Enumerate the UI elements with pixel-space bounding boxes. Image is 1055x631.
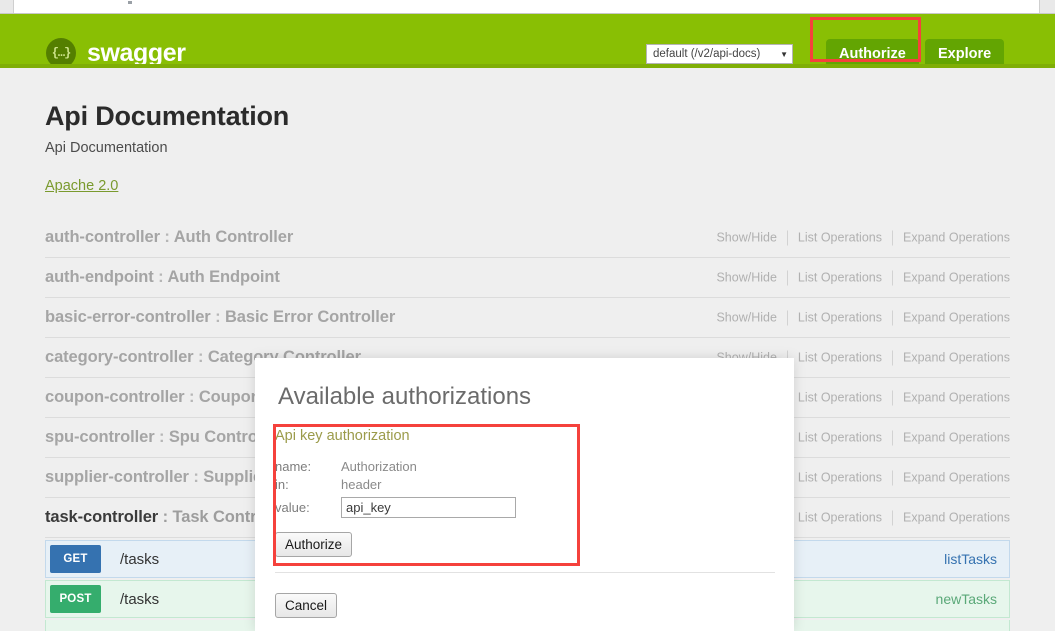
list-operations-link[interactable]: List Operations bbox=[798, 311, 882, 325]
resource-name-task-controller[interactable]: task-controller : Task Controller bbox=[45, 508, 291, 527]
resource-separator: : bbox=[193, 348, 208, 366]
resource-id: auth-controller bbox=[45, 228, 160, 246]
resource-row[interactable]: auth-controller : Auth Controller Show/Hi… bbox=[45, 218, 1010, 258]
link-divider bbox=[786, 310, 788, 325]
endpoint-nickname: listTasks bbox=[944, 551, 997, 567]
auth-in-value: header bbox=[341, 477, 382, 492]
resource-operation-links: Show/Hide List Operations Expand Operation… bbox=[716, 310, 1010, 325]
resource-separator: : bbox=[184, 388, 199, 406]
link-divider bbox=[891, 470, 893, 485]
link-divider bbox=[786, 270, 788, 285]
resource-description: Auth Endpoint bbox=[167, 268, 280, 286]
resource-name-auth-endpoint[interactable]: auth-endpoint : Auth Endpoint bbox=[45, 268, 280, 287]
resource-separator: : bbox=[158, 508, 173, 526]
list-operations-link[interactable]: List Operations bbox=[798, 231, 882, 245]
link-divider bbox=[891, 350, 893, 365]
page-subtitle: Api Documentation bbox=[45, 140, 168, 156]
expand-operations-link[interactable]: Expand Operations bbox=[903, 391, 1010, 405]
auth-in-row: in: header bbox=[275, 476, 795, 494]
modal-title: Available authorizations bbox=[278, 383, 532, 410]
show-hide-link[interactable]: Show/Hide bbox=[716, 231, 776, 245]
expand-operations-link[interactable]: Expand Operations bbox=[903, 511, 1010, 525]
resource-name-basic-error-controller[interactable]: basic-error-controller : Basic Error Con… bbox=[45, 308, 395, 327]
list-operations-link[interactable]: List Operations bbox=[798, 351, 882, 365]
resource-id: spu-controller bbox=[45, 428, 155, 446]
chevron-down-icon: ▼ bbox=[780, 49, 788, 59]
resource-name-auth-controller[interactable]: auth-controller : Auth Controller bbox=[45, 228, 293, 247]
http-method-badge: GET bbox=[50, 545, 101, 573]
expand-operations-link[interactable]: Expand Operations bbox=[903, 231, 1010, 245]
auth-in-label: in: bbox=[275, 477, 289, 492]
auth-name-value: Authorization bbox=[341, 459, 417, 474]
resource-id: basic-error-controller bbox=[45, 308, 211, 326]
available-authorizations-modal: Available authorizations Api key authori… bbox=[255, 358, 794, 631]
resource-row[interactable]: basic-error-controller : Basic Error Con… bbox=[45, 298, 1010, 338]
expand-operations-link[interactable]: Expand Operations bbox=[903, 431, 1010, 445]
link-divider bbox=[786, 230, 788, 245]
list-operations-link[interactable]: List Operations bbox=[798, 511, 882, 525]
endpoint-nickname: newTasks bbox=[935, 591, 997, 607]
resource-separator: : bbox=[153, 268, 168, 286]
resource-separator: : bbox=[159, 228, 174, 246]
top-header-bar: {…} swagger default (/v2/api-docs) ▼ Aut… bbox=[0, 14, 1055, 68]
browser-chrome-strip bbox=[0, 0, 1055, 14]
modal-divider bbox=[275, 572, 775, 573]
expand-operations-link[interactable]: Expand Operations bbox=[903, 471, 1010, 485]
link-divider bbox=[891, 430, 893, 445]
resource-description: Auth Controller bbox=[173, 228, 294, 246]
resource-id: task-controller bbox=[45, 508, 159, 526]
resource-operation-links: Show/Hide List Operations Expand Operation… bbox=[716, 270, 1010, 285]
http-method-badge: POST bbox=[50, 585, 101, 613]
chrome-right-edge bbox=[1039, 0, 1055, 13]
api-spec-select[interactable]: default (/v2/api-docs) ▼ bbox=[646, 44, 793, 64]
endpoint-path[interactable]: /tasks bbox=[120, 551, 159, 568]
link-divider bbox=[891, 310, 893, 325]
chrome-tick-mark bbox=[128, 1, 132, 4]
swagger-ui-page: {…} swagger default (/v2/api-docs) ▼ Aut… bbox=[0, 0, 1055, 631]
resource-id: coupon-controller bbox=[45, 388, 185, 406]
expand-operations-link[interactable]: Expand Operations bbox=[903, 311, 1010, 325]
list-operations-link[interactable]: List Operations bbox=[798, 271, 882, 285]
auth-value-label: value: bbox=[275, 499, 310, 515]
expand-operations-link[interactable]: Expand Operations bbox=[903, 351, 1010, 365]
api-key-input[interactable] bbox=[341, 497, 516, 518]
resource-id: auth-endpoint bbox=[45, 268, 154, 286]
auth-scheme-heading: Api key authorization bbox=[275, 428, 410, 444]
auth-name-label: name: bbox=[275, 459, 312, 474]
resource-name-spu-controller[interactable]: spu-controller : Spu Controller bbox=[45, 428, 282, 447]
list-operations-link[interactable]: List Operations bbox=[798, 431, 882, 445]
resource-id: supplier-controller bbox=[45, 468, 189, 486]
auth-name-row: name: Authorization bbox=[275, 458, 795, 476]
show-hide-link[interactable]: Show/Hide bbox=[716, 311, 776, 325]
api-spec-select-value: default (/v2/api-docs) bbox=[653, 48, 761, 60]
resource-operation-links: Show/Hide List Operations Expand Operation… bbox=[716, 230, 1010, 245]
license-link[interactable]: Apache 2.0 bbox=[45, 178, 118, 194]
page-title: Api Documentation bbox=[45, 101, 290, 131]
auth-value-row: value: bbox=[275, 497, 795, 518]
api-key-auth-block: Api key authorization name: Authorizatio… bbox=[275, 428, 795, 518]
link-divider bbox=[891, 510, 893, 525]
endpoint-path[interactable]: /tasks bbox=[120, 591, 159, 608]
show-hide-link[interactable]: Show/Hide bbox=[716, 271, 776, 285]
link-divider bbox=[891, 390, 893, 405]
chrome-left-edge bbox=[0, 0, 14, 13]
modal-authorize-button[interactable]: Authorize bbox=[275, 532, 353, 557]
resource-separator: : bbox=[210, 308, 225, 326]
resource-id: category-controller bbox=[45, 348, 194, 366]
link-divider bbox=[891, 230, 893, 245]
expand-operations-link[interactable]: Expand Operations bbox=[903, 271, 1010, 285]
resource-description: Basic Error Controller bbox=[224, 308, 396, 326]
list-operations-link[interactable]: List Operations bbox=[798, 391, 882, 405]
resource-separator: : bbox=[188, 468, 204, 486]
auth-scheme-details: name: Authorization in: header value: bbox=[275, 458, 795, 518]
link-divider bbox=[891, 270, 893, 285]
resource-separator: : bbox=[154, 428, 169, 446]
modal-cancel-button[interactable]: Cancel bbox=[275, 593, 338, 618]
resource-row[interactable]: auth-endpoint : Auth Endpoint Show/Hide Li… bbox=[45, 258, 1010, 298]
list-operations-link[interactable]: List Operations bbox=[798, 471, 882, 485]
